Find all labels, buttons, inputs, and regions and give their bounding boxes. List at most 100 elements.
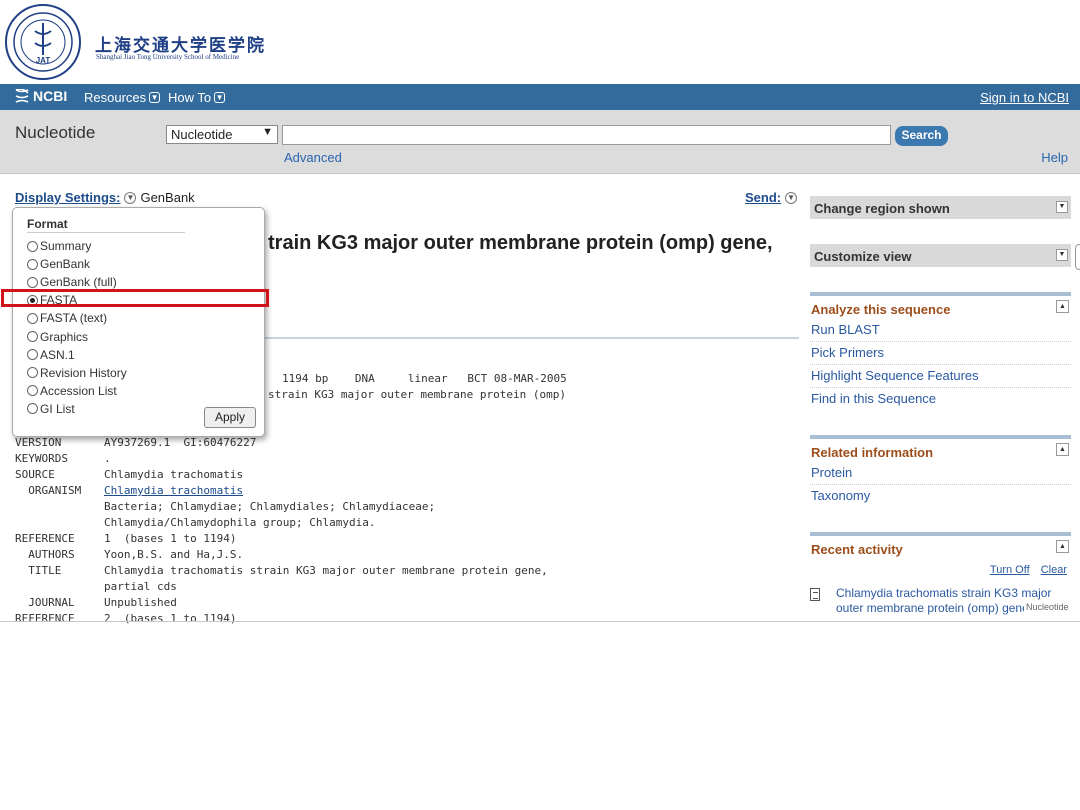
customize-view-label: Customize view (814, 249, 912, 264)
genbank-field-key: AUTHORS (15, 548, 75, 561)
university-seal-icon: JAT (5, 4, 81, 80)
recent-title: Recent activity (811, 542, 903, 557)
institution-header: JAT 上海交通大学医学院 Shanghai Jiao Tong Univers… (0, 0, 1080, 84)
format-option[interactable]: ASN.1 (27, 348, 75, 362)
ncbi-logo[interactable]: NCBI (14, 88, 67, 104)
fasta-highlight-box (1, 289, 269, 307)
send-menu: Send: ▼ (745, 190, 798, 205)
collapse-icon[interactable]: ▲ (1056, 443, 1069, 456)
format-option-label: GI List (40, 401, 75, 416)
collapse-icon[interactable]: ▲ (1056, 540, 1069, 553)
genbank-field-value: Chlamydia trachomatis (104, 468, 244, 481)
clear-link[interactable]: Clear (1041, 564, 1067, 576)
organism-link[interactable]: Chlamydia trachomatis (104, 484, 243, 497)
format-option[interactable]: Graphics (27, 330, 88, 344)
recent-actions: Turn Off Clear (810, 564, 1067, 576)
format-option-label: GenBank (40, 257, 91, 272)
turn-off-link[interactable]: Turn Off (990, 564, 1030, 576)
radio-button[interactable] (27, 403, 38, 415)
change-region-button[interactable]: Change region shown ▼ (810, 196, 1071, 219)
collapse-icon[interactable]: ▲ (1056, 300, 1069, 313)
genbank-field-value: Chlamydia/Chlamydophila group; Chlamydia… (104, 516, 376, 529)
change-region-label: Change region shown (814, 201, 950, 216)
search-input[interactable] (282, 125, 891, 145)
radio-button[interactable] (27, 312, 38, 324)
chevron-down-icon[interactable]: ▼ (785, 191, 798, 204)
format-option[interactable]: GenBank (27, 257, 90, 271)
seal-text: JAT (36, 56, 51, 65)
chevron-down-icon: ▼ (1056, 249, 1068, 261)
radio-button[interactable] (27, 276, 38, 288)
genbank-field-value: Bacteria; Chlamydiae; Chlamydiales; Chla… (104, 500, 436, 513)
resources-label: Resources (84, 90, 147, 105)
radio-button[interactable] (27, 349, 38, 361)
analyze-link[interactable]: Run BLAST (810, 319, 1071, 342)
radio-button[interactable] (27, 331, 38, 342)
resources-menu[interactable]: Resources ▼ (84, 90, 161, 105)
genbank-field-key: VERSION (15, 436, 62, 449)
format-option-label: Graphics (40, 329, 89, 344)
format-option-label: ASN.1 (40, 347, 75, 362)
display-settings: Display Settings: ▼ GenBank (15, 190, 195, 205)
radio-button[interactable] (27, 367, 38, 379)
send-link[interactable]: Send: (745, 190, 781, 205)
related-link[interactable]: Protein (810, 462, 1071, 485)
display-settings-link[interactable]: Display Settings: (15, 190, 120, 205)
format-option[interactable]: Revision History (27, 366, 127, 380)
related-portlet: Related information ▲ Protein Taxonomy (810, 435, 1071, 507)
analyze-heading: Analyze this sequence ▲ (810, 296, 1071, 319)
record-title: train KG3 major outer membrane protein (… (268, 232, 773, 254)
format-option[interactable]: Accession List (27, 384, 117, 398)
genbank-field-key: SOURCE (15, 468, 55, 481)
customize-view-button[interactable]: Customize view ▼ (810, 244, 1071, 267)
apply-button[interactable]: Apply (204, 407, 256, 428)
radio-button[interactable] (27, 385, 38, 397)
related-title: Related information (811, 445, 934, 460)
format-option-label: Revision History (40, 365, 127, 380)
genbank-field-key: ORGANISM (15, 484, 82, 497)
genbank-field-value: 1 (bases 1 to 1194) (104, 532, 237, 545)
format-option[interactable]: FASTA (text) (27, 311, 107, 325)
genbank-field-value: AY937269.1 GI:60476227 (104, 436, 257, 449)
divider (27, 232, 185, 233)
ncbi-brand-label: NCBI (33, 88, 68, 104)
sign-in-link[interactable]: Sign in to NCBI (980, 90, 1069, 105)
recent-item-title-line1: Chlamydia trachomatis strain KG3 major (836, 586, 1052, 600)
definition-line: strain KG3 major outer membrane protein … (268, 388, 567, 401)
chevron-down-icon: ▼ (1056, 201, 1068, 213)
genbank-field-key: KEYWORDS (15, 452, 68, 465)
format-option-label: FASTA (text) (40, 311, 108, 326)
format-option[interactable]: GenBank (full) (27, 275, 117, 289)
scroll-handle[interactable] (1075, 244, 1080, 270)
analyze-link[interactable]: Find in this Sequence (810, 388, 1071, 410)
analyze-portlet: Analyze this sequence ▲ Run BLAST Pick Pr… (810, 292, 1071, 410)
database-title: Nucleotide (15, 123, 96, 142)
radio-button[interactable] (27, 240, 38, 252)
page-bottom-edge (0, 621, 1080, 622)
genbank-field-value: . (104, 452, 111, 465)
database-select[interactable]: Nucleotide ▼ (166, 125, 278, 144)
howto-menu[interactable]: How To ▼ (168, 90, 226, 105)
analyze-link[interactable]: Pick Primers (810, 342, 1071, 365)
recent-item-db: Nucleotide (1026, 602, 1069, 612)
search-button[interactable]: Search (895, 126, 948, 146)
genbank-field-value: Yoon,B.S. and Ha,J.S. (104, 548, 244, 561)
recent-portlet: Recent activity ▲ (810, 532, 1071, 559)
format-option-label: GenBank (full) (40, 275, 117, 290)
chevron-down-icon[interactable]: ▼ (124, 191, 137, 204)
database-select-value: Nucleotide (171, 127, 233, 142)
divider (262, 337, 799, 339)
format-option[interactable]: Summary (27, 239, 91, 253)
analyze-link[interactable]: Highlight Sequence Features (810, 365, 1071, 388)
genbank-field-key: REFERENCE (15, 532, 75, 545)
locus-line: 1194 bp DNA linear BCT 08-MAR-2005 (282, 372, 567, 385)
ncbi-nav-bar: NCBI Resources ▼ How To ▼ Sign in to NCB… (0, 84, 1080, 110)
howto-label: How To (168, 90, 212, 105)
help-link[interactable]: Help (1041, 150, 1068, 165)
search-bar: Nucleotide Nucleotide ▼ Search Advanced … (0, 110, 1080, 174)
radio-button[interactable] (27, 258, 38, 270)
genbank-field-key: TITLE (15, 564, 62, 577)
related-link[interactable]: Taxonomy (810, 485, 1071, 507)
format-option[interactable]: GI List (27, 402, 75, 416)
advanced-search-link[interactable]: Advanced (284, 150, 342, 165)
